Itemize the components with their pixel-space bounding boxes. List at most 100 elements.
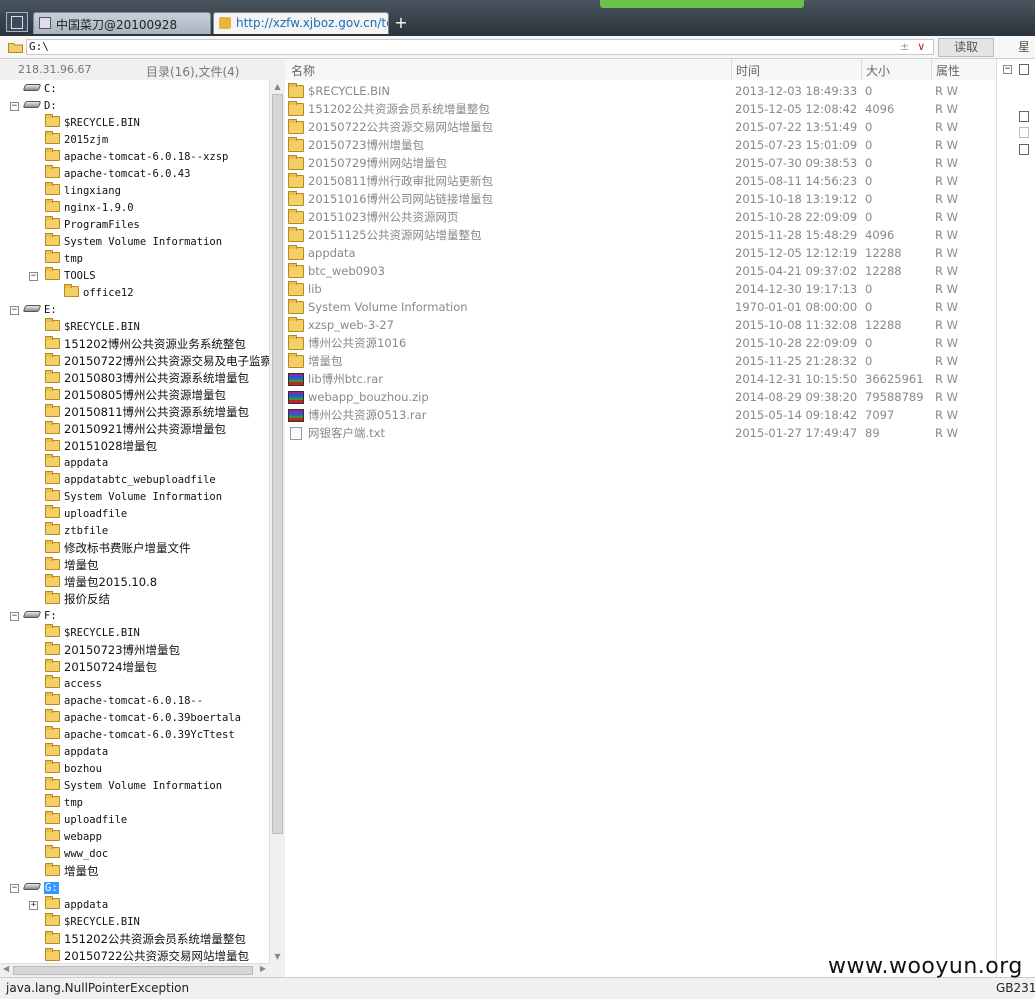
file-row[interactable]: webapp_bouzhou.zip 2014-08-29 09:38:20 795… bbox=[285, 388, 996, 406]
tree-folder[interactable]: 20151028增量包 bbox=[45, 438, 157, 455]
tree-folder[interactable]: 151202博州公共资源业务系统整包 bbox=[45, 336, 246, 353]
tree-folder[interactable]: 增量包 bbox=[45, 863, 99, 880]
file-row[interactable]: 博州公共资源1016 2015-10-28 22:09:09 0 R W bbox=[285, 334, 996, 352]
file-row[interactable]: appdata 2015-12-05 12:12:19 12288 R W bbox=[285, 244, 996, 262]
tree-folder[interactable]: appdatabtc_webuploadfile bbox=[45, 471, 216, 489]
encoding-label[interactable]: GB2312 bbox=[996, 981, 1035, 995]
tree-folder[interactable]: System Volume Information bbox=[45, 777, 222, 795]
tree-folder[interactable]: apache-tomcat-6.0.39boertala bbox=[45, 709, 241, 727]
tree-folder[interactable]: webapp bbox=[45, 828, 102, 846]
column-name[interactable]: 名称 bbox=[291, 62, 315, 79]
tree-folder[interactable]: apache-tomcat-6.0.39YcTtest bbox=[45, 726, 235, 744]
collapse-icon[interactable]: − bbox=[10, 306, 19, 315]
tab-target-site[interactable]: http://xzfw.xjboz.gov.cn/test.j... bbox=[213, 12, 389, 34]
scroll-down-icon[interactable]: ▼ bbox=[273, 952, 282, 961]
tree-drive[interactable]: D: bbox=[22, 98, 57, 115]
tree-folder[interactable]: apache-tomcat-6.0.18--xzsp bbox=[45, 148, 228, 166]
file-row[interactable]: 20150811博州行政审批网站更新包 2015-08-11 14:56:23 0 R… bbox=[285, 172, 996, 190]
tree-folder[interactable]: 20150921博州公共资源增量包 bbox=[45, 421, 226, 438]
file-row[interactable]: 20150722公共资源交易网站增量包 2015-07-22 13:51:49 0 R… bbox=[285, 118, 996, 136]
collapse-icon[interactable]: − bbox=[29, 272, 38, 281]
file-row[interactable]: System Volume Information 1970-01-01 08:0… bbox=[285, 298, 996, 316]
file-row[interactable]: 151202公共资源会员系统增量整包 2015-12-05 12:08:42 409… bbox=[285, 100, 996, 118]
path-input[interactable]: G:\ bbox=[26, 39, 934, 55]
tree-folder[interactable]: 增量包 bbox=[45, 557, 99, 574]
collapse-icon[interactable]: − bbox=[10, 102, 19, 111]
file-row[interactable]: 增量包 2015-11-25 21:28:32 0 R W bbox=[285, 352, 996, 370]
file-list[interactable]: $RECYCLE.BIN 2013-12-03 18:49:33 0 R W 15120… bbox=[285, 80, 996, 977]
tree-drive[interactable]: G: bbox=[22, 880, 59, 897]
tree-folder[interactable]: $RECYCLE.BIN bbox=[45, 913, 140, 931]
path-dropdown[interactable]: ± ∨ bbox=[900, 39, 934, 55]
tree-folder[interactable]: office12 bbox=[64, 284, 134, 302]
tree-folder[interactable]: uploadfile bbox=[45, 505, 127, 523]
tree-folder[interactable]: nginx-1.9.0 bbox=[45, 199, 134, 217]
tree-horizontal-scrollbar[interactable]: ◀ ▶ bbox=[0, 963, 269, 977]
column-size[interactable]: 大小 bbox=[866, 62, 890, 79]
tree-folder[interactable]: uploadfile bbox=[45, 811, 127, 829]
read-button[interactable]: 读取 bbox=[938, 38, 994, 57]
tree-folder[interactable]: $RECYCLE.BIN bbox=[45, 624, 140, 642]
tree-folder[interactable]: www_doc bbox=[45, 845, 108, 863]
file-row[interactable]: xzsp_web-3-27 2015-10-08 11:32:08 12288 R W bbox=[285, 316, 996, 334]
tree-folder[interactable]: 20150724增量包 bbox=[45, 659, 157, 676]
tree-folder[interactable]: ProgramFiles bbox=[45, 216, 140, 234]
tree-folder[interactable]: $RECYCLE.BIN bbox=[45, 114, 140, 132]
tree-drive[interactable]: E: bbox=[22, 302, 57, 319]
tree-folder[interactable]: appdata bbox=[45, 454, 108, 472]
column-attr[interactable]: 属性 bbox=[936, 62, 960, 79]
tree-folder[interactable]: access bbox=[45, 675, 102, 693]
star-button[interactable]: 星 bbox=[1018, 38, 1035, 57]
file-row[interactable]: 20150729博州网站增量包 2015-07-30 09:38:53 0 R W bbox=[285, 154, 996, 172]
column-divider[interactable] bbox=[861, 59, 862, 80]
scroll-thumb[interactable] bbox=[13, 966, 253, 975]
collapse-icon[interactable]: − bbox=[10, 612, 19, 621]
expand-icon[interactable]: + bbox=[29, 901, 38, 910]
scroll-thumb[interactable] bbox=[272, 94, 283, 834]
tree-folder[interactable]: lingxiang bbox=[45, 182, 121, 200]
collapse-icon[interactable]: − bbox=[10, 884, 19, 893]
tree-folder[interactable]: apache-tomcat-6.0.43 bbox=[45, 165, 190, 183]
tree-folder[interactable]: 20150723博州增量包 bbox=[45, 642, 180, 659]
tree-folder[interactable]: $RECYCLE.BIN bbox=[45, 318, 140, 336]
tree-folder[interactable]: appdata bbox=[45, 896, 108, 914]
tree-drive[interactable]: C: bbox=[22, 81, 57, 98]
tree-folder[interactable]: 20150722博州公共资源交易及电子监察 bbox=[45, 353, 269, 370]
tree-folder[interactable]: apache-tomcat-6.0.18-- bbox=[45, 692, 203, 710]
panel-item-icon[interactable] bbox=[1019, 127, 1029, 138]
panel-item-icon[interactable] bbox=[1019, 64, 1029, 75]
tree-vertical-scrollbar[interactable]: ▲ ▼ bbox=[269, 80, 285, 963]
tree-folder[interactable]: 2015zjm bbox=[45, 131, 108, 149]
tree-folder[interactable]: ztbfile bbox=[45, 522, 108, 540]
file-row[interactable]: 网银客户端.txt 2015-01-27 17:49:47 89 R W bbox=[285, 424, 996, 442]
scroll-right-icon[interactable]: ▶ bbox=[260, 964, 266, 973]
tree-folder[interactable]: 20150722公共资源交易网站增量包 bbox=[45, 948, 249, 963]
tree-folder[interactable]: TOOLS bbox=[45, 267, 96, 285]
tree-folder[interactable]: appdata bbox=[45, 743, 108, 761]
panel-item-icon[interactable] bbox=[1019, 144, 1029, 155]
tab-caidao[interactable]: 中国菜刀@20100928 bbox=[33, 12, 211, 34]
file-row[interactable]: btc_web0903 2015-04-21 09:37:02 12288 R W bbox=[285, 262, 996, 280]
file-row[interactable]: lib博州btc.rar 2014-12-31 10:15:50 36625961 R… bbox=[285, 370, 996, 388]
tree-folder[interactable]: bozhou bbox=[45, 760, 102, 778]
tree-drive[interactable]: F: bbox=[22, 608, 57, 625]
tree-folder[interactable]: 20150803博州公共资源系统增量包 bbox=[45, 370, 249, 387]
column-time[interactable]: 时间 bbox=[736, 62, 760, 79]
tree-folder[interactable]: tmp bbox=[45, 250, 83, 268]
tree-folder[interactable]: 修改标书费账户增量文件 bbox=[45, 540, 191, 557]
panel-item-icon[interactable] bbox=[1019, 111, 1029, 122]
file-row[interactable]: 20151125公共资源网站增量整包 2015-11-28 15:48:29 409… bbox=[285, 226, 996, 244]
tree-folder[interactable]: tmp bbox=[45, 794, 83, 812]
tree-folder[interactable]: 151202公共资源会员系统增量整包 bbox=[45, 931, 246, 948]
tree-folder[interactable]: System Volume Information bbox=[45, 488, 222, 506]
file-row[interactable]: 博州公共资源0513.rar 2015-05-14 09:18:42 7097 R W bbox=[285, 406, 996, 424]
tree-folder[interactable]: System Volume Information bbox=[45, 233, 222, 251]
file-row[interactable]: 20151016博州公司网站链接增量包 2015-10-18 13:19:12 0 R… bbox=[285, 190, 996, 208]
scroll-left-icon[interactable]: ◀ bbox=[3, 964, 9, 973]
column-divider[interactable] bbox=[931, 59, 932, 80]
file-row[interactable]: lib 2014-12-30 19:17:13 0 R W bbox=[285, 280, 996, 298]
app-menu-icon[interactable] bbox=[6, 12, 28, 32]
file-row[interactable]: 20151023博州公共资源网页 2015-10-28 22:09:09 0 R W bbox=[285, 208, 996, 226]
file-row[interactable]: $RECYCLE.BIN 2013-12-03 18:49:33 0 R W bbox=[285, 82, 996, 100]
tree-folder[interactable]: 增量包2015.10.8 bbox=[45, 574, 157, 591]
